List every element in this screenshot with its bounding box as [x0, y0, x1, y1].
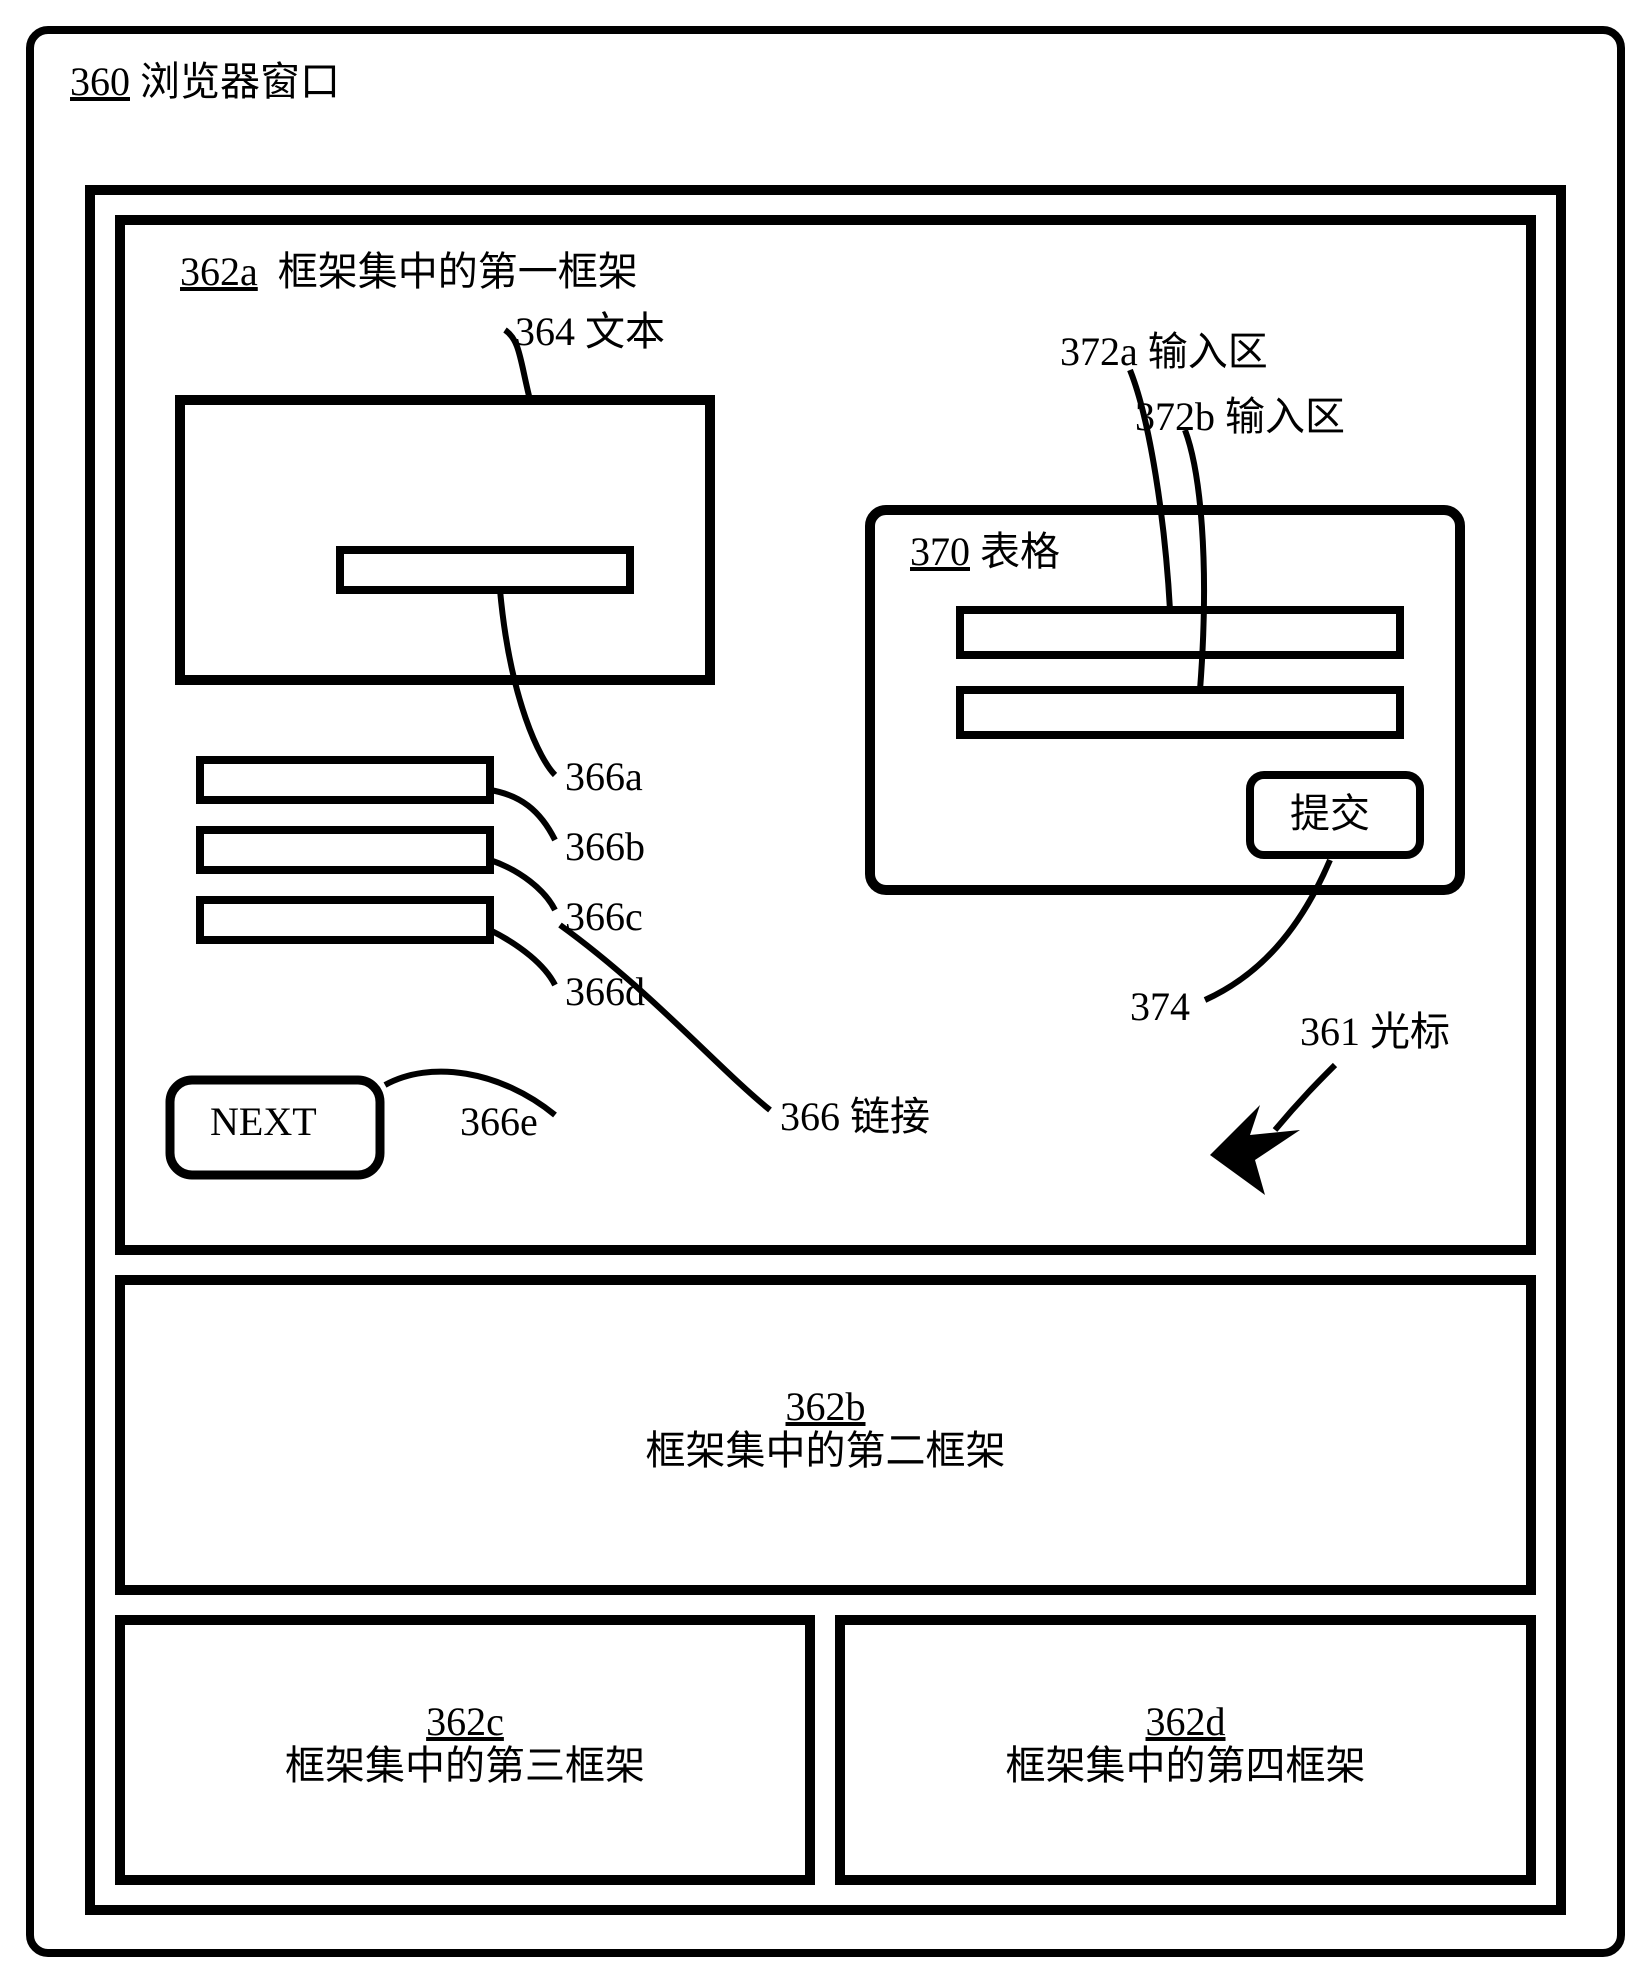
- label-366b: 366b: [565, 825, 645, 869]
- num-364: 364: [515, 309, 575, 354]
- label-372b: 372b 输入区: [1135, 395, 1345, 439]
- label-366e: 366e: [460, 1100, 538, 1144]
- label-362b: 362b 框架集中的第二框架: [120, 1385, 1531, 1473]
- label-366a: 366a: [565, 755, 643, 799]
- label-360: 360 浏览器窗口: [70, 60, 340, 104]
- label-366-group: 366 链接: [780, 1095, 930, 1139]
- diagram-root: 360 浏览器窗口 362a 框架集中的第一框架 364 文本 366a 366…: [0, 0, 1651, 1983]
- label-362d: 362d 框架集中的第四框架: [840, 1700, 1531, 1788]
- label-372a: 372a 输入区: [1060, 330, 1268, 374]
- label-362c: 362c 框架集中的第三框架: [120, 1700, 810, 1788]
- label-364: 364 文本: [515, 310, 665, 354]
- label-361: 361 光标: [1300, 1010, 1450, 1054]
- label-366d: 366d: [565, 970, 645, 1014]
- label-362a: 362a 框架集中的第一框架: [180, 250, 638, 294]
- label-374: 374: [1130, 985, 1190, 1029]
- next-button-text[interactable]: NEXT: [210, 1100, 317, 1144]
- label-370: 370 表格: [910, 530, 1060, 574]
- label-366c: 366c: [565, 895, 643, 939]
- diagram-svg: [0, 0, 1651, 1983]
- submit-button-text[interactable]: 提交: [1290, 792, 1370, 836]
